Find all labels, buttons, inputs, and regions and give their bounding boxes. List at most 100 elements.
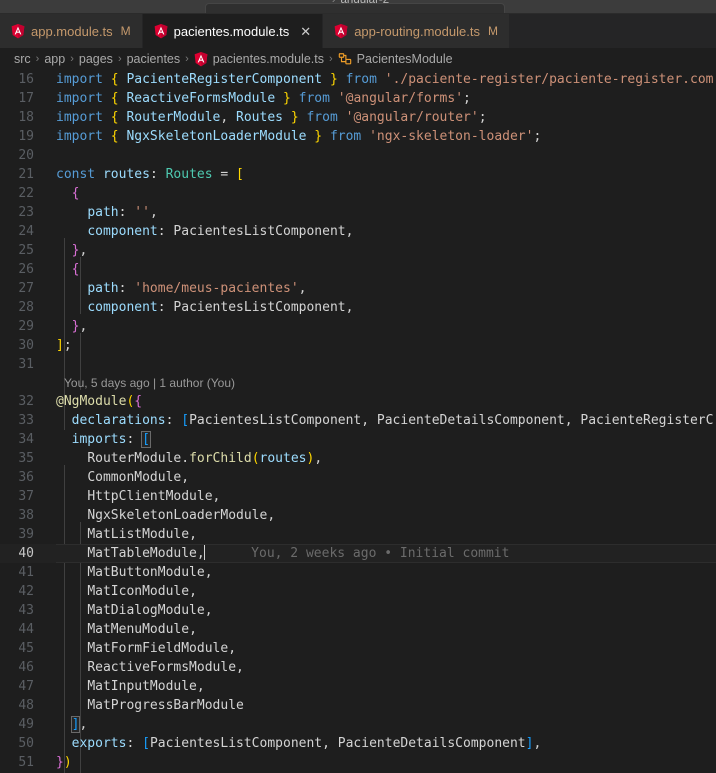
git-codelens-text[interactable]: You, 5 days ago | 1 author (You) (0, 374, 235, 392)
code-line-content[interactable]: imports: [ (48, 430, 716, 449)
code-editor[interactable]: 16 import { PacienteRegisterComponent } f… (0, 70, 716, 773)
code-line[interactable]: 21 const routes: Routes = [ (0, 165, 716, 184)
code-line[interactable]: 18 import { RouterModule, Routes } from '… (0, 108, 716, 127)
code-line[interactable]: 37 HttpClientModule, (0, 487, 716, 506)
code-line[interactable]: 17 import { ReactiveFormsModule } from '@… (0, 89, 716, 108)
code-line[interactable]: 46 ReactiveFormsModule, (0, 658, 716, 677)
code-line-content[interactable]: RouterModule.forChild(routes), (48, 449, 716, 468)
code-token: declarations (71, 413, 166, 428)
code-line[interactable]: 33 declarations: [PacientesListComponent… (0, 411, 716, 430)
editor-tab-pacientes-module-ts[interactable]: pacientes.module.ts ✕ (142, 14, 324, 48)
code-line[interactable]: 34 imports: [ (0, 430, 716, 449)
code-line[interactable]: 44 MatMenuModule, (0, 620, 716, 639)
code-line-content[interactable]: path: 'home/meus-pacientes', (48, 279, 716, 298)
code-line-content[interactable]: NgxSkeletonLoaderModule, (48, 506, 716, 525)
code-line-content[interactable]: ], (48, 715, 716, 734)
code-token: : (165, 413, 182, 428)
code-line-content[interactable]: }) (48, 753, 716, 772)
code-line[interactable]: 30]; (0, 336, 716, 355)
code-line-content[interactable]: }, (48, 241, 716, 260)
code-line[interactable]: 48 MatProgressBarModule (0, 696, 716, 715)
code-line[interactable]: 42 MatIconModule, (0, 582, 716, 601)
code-line[interactable]: 41 MatButtonModule, (0, 563, 716, 582)
code-line-content[interactable]: HttpClientModule, (48, 487, 716, 506)
code-line-content[interactable]: MatTableModule, You, 2 weeks ago • Initi… (48, 544, 716, 563)
code-line[interactable]: 47 MatInputModule, (0, 677, 716, 696)
code-line[interactable]: 38 NgxSkeletonLoaderModule, (0, 506, 716, 525)
code-line[interactable]: 51}) (0, 753, 716, 772)
code-line[interactable]: 22 { (0, 184, 716, 203)
line-number: 27 (18, 281, 34, 296)
code-line[interactable]: 27 path: 'home/meus-pacientes', (0, 279, 716, 298)
code-line-content[interactable]: const routes: Routes = [ (48, 165, 716, 184)
code-line-content[interactable]: exports: [PacientesListComponent, Pacien… (48, 734, 716, 753)
code-line-content[interactable]: MatFormFieldModule, (48, 639, 716, 658)
close-icon[interactable]: ✕ (300, 25, 311, 38)
code-line[interactable]: 36 CommonModule, (0, 468, 716, 487)
code-line-content[interactable]: }, (48, 317, 716, 336)
code-line[interactable]: 50 exports: [PacientesListComponent, Pac… (0, 734, 716, 753)
code-line[interactable]: 26 { (0, 260, 716, 279)
code-line-content[interactable] (48, 146, 716, 165)
code-line-content[interactable]: MatDialogModule, (48, 601, 716, 620)
code-line[interactable]: 29 }, (0, 317, 716, 336)
breadcrumb-item-pages[interactable]: pages (79, 52, 113, 66)
line-number: 34 (18, 432, 34, 447)
breadcrumb-item-pacientes[interactable]: pacientes (127, 52, 181, 66)
git-codelens[interactable]: You, 5 days ago | 1 author (You) (0, 374, 716, 392)
code-line-content[interactable]: MatMenuModule, (48, 620, 716, 639)
code-line[interactable]: 20 (0, 146, 716, 165)
code-line-content[interactable]: MatListModule, (48, 525, 716, 544)
code-line[interactable]: 23 path: '', (0, 203, 716, 222)
code-line-content[interactable]: MatProgressBarModule (48, 696, 716, 715)
code-token: PacientesListComponent (149, 736, 323, 751)
breadcrumb-item-app[interactable]: app (44, 52, 65, 66)
code-line[interactable]: 35 RouterModule.forChild(routes), (0, 449, 716, 468)
editor-tab-app-routing-module-ts[interactable]: app-routing.module.ts M (323, 14, 510, 48)
code-line[interactable]: 25 }, (0, 241, 716, 260)
breadcrumb-item-PacientesModule[interactable]: PacientesModule (338, 52, 453, 66)
code-line-content[interactable]: MatInputModule, (48, 677, 716, 696)
code-line-content[interactable]: import { RouterModule, Routes } from '@a… (48, 108, 716, 127)
code-line-content[interactable]: declarations: [PacientesListComponent, P… (48, 411, 716, 430)
tab-modified-badge: M (120, 24, 131, 38)
code-line[interactable]: 16 import { PacienteRegisterComponent } f… (0, 70, 716, 89)
code-line-content[interactable]: ReactiveFormsModule, (48, 658, 716, 677)
code-line-content[interactable]: path: '', (48, 203, 716, 222)
code-line[interactable]: 19 import { NgxSkeletonLoaderModule } fro… (0, 127, 716, 146)
command-center-input[interactable] (205, 3, 505, 13)
code-line[interactable]: 49 ], (0, 715, 716, 734)
code-line-content[interactable]: import { NgxSkeletonLoaderModule } from … (48, 127, 716, 146)
code-line-content[interactable]: { (48, 184, 716, 203)
code-line[interactable]: 40 MatTableModule, You, 2 weeks ago • In… (0, 544, 716, 563)
line-number: 35 (18, 451, 34, 466)
code-line[interactable]: 39 MatListModule, (0, 525, 716, 544)
code-line-content[interactable]: import { ReactiveFormsModule } from '@an… (48, 89, 716, 108)
breadcrumb-item-src[interactable]: src (14, 52, 31, 66)
code-token: '' (134, 205, 150, 220)
code-line-content[interactable] (48, 355, 716, 374)
code-line-content[interactable]: { (48, 260, 716, 279)
code-token: [ (181, 413, 190, 428)
code-line-content[interactable]: ]; (48, 336, 716, 355)
code-line[interactable]: 43 MatDialogModule, (0, 601, 716, 620)
code-line-content[interactable]: component: PacientesListComponent, (48, 298, 716, 317)
code-line-content[interactable]: @NgModule({ (48, 392, 716, 411)
code-line[interactable]: 28 component: PacientesListComponent, (0, 298, 716, 317)
code-line[interactable]: 32 @NgModule({ (0, 392, 716, 411)
code-lines[interactable]: 16 import { PacienteRegisterComponent } f… (0, 70, 716, 772)
code-line-content[interactable]: component: PacientesListComponent, (48, 222, 716, 241)
code-line-content[interactable]: MatButtonModule, (48, 563, 716, 582)
breadcrumb-item-pacientes-module-ts[interactable]: pacientes.module.ts (194, 51, 324, 67)
code-line-content[interactable]: CommonModule, (48, 468, 716, 487)
code-line[interactable]: 45 MatFormFieldModule, (0, 639, 716, 658)
code-line-content[interactable]: import { PacienteRegisterComponent } fro… (48, 70, 716, 89)
code-line[interactable]: 31 (0, 355, 716, 374)
code-line[interactable]: 24 component: PacientesListComponent, (0, 222, 716, 241)
code-line-content[interactable]: MatIconModule, (48, 582, 716, 601)
editor-tab-app-module-ts[interactable]: app.module.ts M (0, 14, 143, 48)
